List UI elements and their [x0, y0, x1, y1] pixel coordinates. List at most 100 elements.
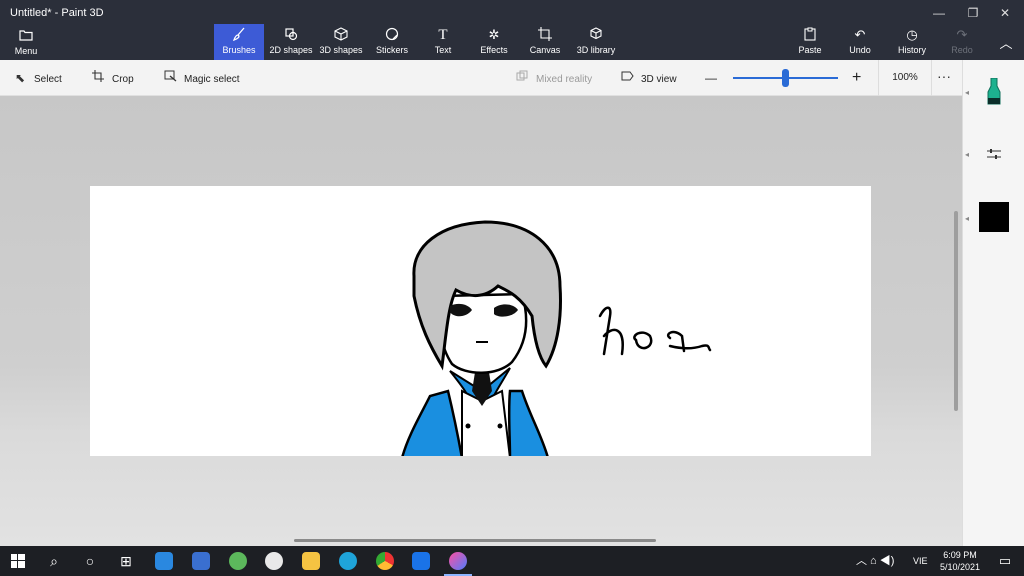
menu-label: Menu	[14, 46, 38, 56]
tool-label: Brushes	[222, 45, 256, 55]
action-label: Paste	[798, 45, 822, 55]
zoom-slider-thumb[interactable]	[782, 69, 789, 87]
drawing-canvas[interactable]: hoa	[90, 186, 871, 456]
tool-label: Effects	[480, 45, 508, 55]
crop-button[interactable]: Crop	[90, 60, 134, 96]
green-app-icon[interactable]	[229, 552, 247, 570]
select-label: Select	[34, 74, 62, 85]
tool-panel: ◂ ◂ ◂	[962, 60, 1024, 546]
effects-icon: ✲	[488, 27, 500, 42]
system-tray-icons[interactable]: ︿ ⌂ ◀)	[856, 546, 894, 576]
mixed-reality-icon	[514, 60, 530, 96]
crop-label: Crop	[112, 74, 134, 85]
tool-3d-shapes[interactable]: 3D shapes	[316, 24, 366, 60]
tool-label: 2D shapes	[269, 45, 313, 55]
search-button[interactable]: ⌕	[36, 546, 72, 576]
tool-effects[interactable]: ✲ Effects	[470, 24, 518, 60]
paint-3d-app-icon[interactable]	[449, 552, 467, 570]
brush-settings-button[interactable]: ◂	[963, 124, 1024, 184]
tool-stickers[interactable]: Stickers	[368, 24, 416, 60]
mixed-reality-label: Mixed reality	[536, 74, 593, 85]
drawing: hoa	[401, 220, 712, 456]
action-label: Redo	[951, 45, 973, 55]
tool-brushes[interactable]: Brushes	[214, 24, 264, 60]
paste-button[interactable]: Paste	[790, 24, 830, 60]
3d-view-button[interactable]: 3D view	[619, 60, 677, 96]
notification-center-button[interactable]: ▭	[990, 546, 1020, 576]
action-label: History	[897, 45, 926, 55]
sliders-icon	[987, 149, 1001, 159]
coat-shape	[507, 389, 549, 456]
paste-icon	[790, 27, 830, 43]
mail-app-icon[interactable]	[155, 552, 173, 570]
tool-text[interactable]: T Text	[420, 24, 466, 60]
tool-3d-library[interactable]: 3D library	[572, 24, 620, 60]
redo-button[interactable]: ↷ Redo	[946, 24, 978, 60]
chevron-left-icon: ◂	[965, 88, 970, 97]
title-bar: Untitled* - Paint 3D — ❐ ✕ Menu Brushes …	[0, 0, 1024, 60]
brush-type-selector[interactable]: ◂	[963, 60, 1024, 120]
zoom-in-button[interactable]: +	[852, 60, 861, 96]
canvas-icon	[522, 27, 568, 43]
stickers-icon	[368, 27, 416, 43]
magic-select-button[interactable]: Magic select	[162, 60, 240, 96]
collapse-ribbon-button[interactable]: ︿	[992, 24, 1020, 60]
3d-shapes-icon	[316, 27, 366, 43]
undo-button[interactable]: ↶ Undo	[842, 24, 878, 60]
clock-time: 6:09 PM	[943, 550, 977, 560]
windows-icon	[11, 554, 25, 568]
more-options-button[interactable]: ···	[932, 60, 956, 96]
chrome-browser-icon[interactable]	[376, 552, 394, 570]
taskbar: ⌕ ○ ⊞ ︿ ⌂ ◀) VIE 6:09 PM 5/10/2021 ▭	[0, 546, 1024, 576]
button-dot	[465, 423, 471, 429]
minimize-button[interactable]: —	[924, 4, 954, 22]
3d-library-icon	[572, 27, 620, 43]
tool-label: Canvas	[529, 45, 561, 55]
clock[interactable]: 6:09 PM 5/10/2021	[934, 549, 986, 573]
tool-label: 3D shapes	[319, 45, 363, 55]
action-label: Undo	[849, 45, 871, 55]
menu-button[interactable]: Menu	[0, 24, 52, 60]
store-app-icon[interactable]	[192, 552, 210, 570]
button-dot	[497, 423, 503, 429]
text-icon: T	[438, 27, 448, 43]
file-explorer-icon[interactable]	[302, 552, 320, 570]
zalo-app-icon[interactable]	[412, 552, 430, 570]
zoom-level[interactable]: 100%	[878, 60, 932, 96]
chevron-left-icon: ◂	[965, 150, 970, 159]
notification-icon: ▭	[998, 553, 1012, 568]
task-view-icon: ⊞	[120, 553, 132, 569]
start-button[interactable]	[0, 546, 36, 576]
3d-view-label: 3D view	[641, 74, 677, 85]
tool-label: 3D library	[576, 45, 616, 55]
handwriting-strokes	[598, 306, 712, 356]
workspace: hoa	[0, 96, 962, 546]
horizontal-scrollbar[interactable]	[294, 539, 656, 542]
tool-canvas[interactable]: Canvas	[522, 24, 568, 60]
tool-2d-shapes[interactable]: 2D shapes	[266, 24, 316, 60]
input-language[interactable]: VIE	[913, 546, 928, 576]
paint-app-icon[interactable]	[265, 552, 283, 570]
task-view-button[interactable]: ⊞	[108, 546, 144, 576]
maximize-button[interactable]: ❐	[958, 4, 988, 22]
selected-color-swatch[interactable]	[979, 202, 1009, 232]
search-icon: ⌕	[50, 553, 58, 569]
cortana-icon: ○	[85, 553, 95, 569]
tool-label: Stickers	[375, 45, 408, 55]
folder-icon	[19, 30, 33, 41]
close-button[interactable]: ✕	[990, 4, 1020, 22]
mixed-reality-button[interactable]: Mixed reality	[514, 60, 592, 96]
history-button[interactable]: ◷ History	[892, 24, 932, 60]
undo-icon: ↶	[854, 27, 866, 42]
zoom-out-button[interactable]: —	[705, 60, 717, 96]
edge-browser-icon[interactable]	[339, 552, 357, 570]
history-icon: ◷	[906, 27, 918, 42]
3d-view-icon	[619, 60, 635, 96]
command-bar: ⬉ Select Crop Magic select Mixed reality …	[0, 60, 962, 96]
2d-shapes-icon	[266, 27, 316, 43]
cortana-button[interactable]: ○	[72, 546, 108, 576]
vertical-scrollbar[interactable]	[954, 211, 958, 411]
select-button[interactable]: ⬉ Select	[12, 60, 62, 96]
window-title: Untitled* - Paint 3D	[10, 7, 104, 19]
tool-label: Text	[434, 45, 452, 55]
